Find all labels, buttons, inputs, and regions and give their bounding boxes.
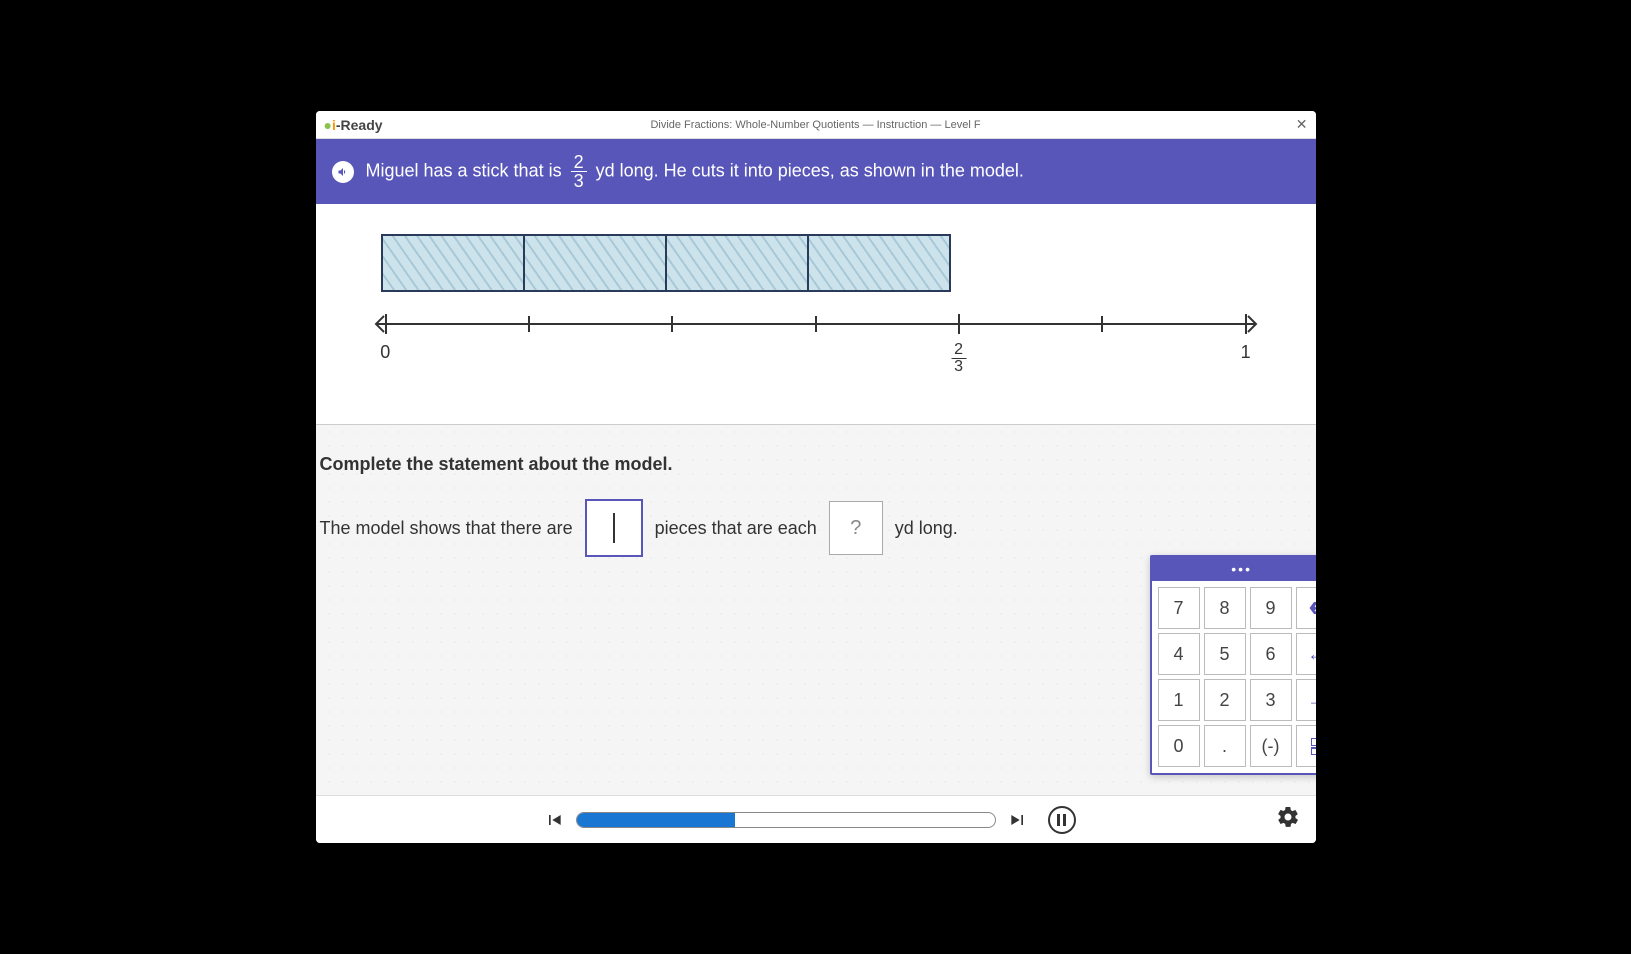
tick-label-1: 1 — [1241, 342, 1251, 363]
bar-piece — [809, 236, 949, 290]
number-line: 0 2 3 1 — [366, 304, 1266, 384]
progress-fill — [577, 813, 736, 827]
top-bar: ●i-Ready Divide Fractions: Whole-Number … — [316, 111, 1316, 139]
instruction-text: Complete the statement about the model. — [320, 454, 673, 475]
key-5[interactable]: 5 — [1204, 633, 1246, 675]
bar-model — [381, 234, 951, 292]
question-area: Complete the statement about the model. … — [316, 425, 1316, 795]
next-button[interactable] — [1008, 810, 1028, 830]
key-fraction[interactable] — [1296, 725, 1316, 767]
key-3[interactable]: 3 — [1250, 679, 1292, 721]
brand-logo: ●i-Ready — [324, 117, 383, 133]
key-backspace[interactable] — [1296, 587, 1316, 629]
bar-piece — [525, 236, 667, 290]
content-area: 0 2 3 1 — [316, 204, 1316, 424]
bar-piece — [667, 236, 809, 290]
progress-bar — [576, 812, 996, 828]
pause-button[interactable] — [1048, 806, 1076, 834]
keypad-grid: 7 8 9 4 5 6 ← 1 2 3 → 0 . (-) — [1152, 581, 1316, 773]
key-decimal[interactable]: . — [1204, 725, 1246, 767]
audio-icon[interactable] — [332, 161, 354, 183]
gear-icon[interactable] — [1276, 805, 1300, 834]
sentence-pre: The model shows that there are — [320, 518, 573, 539]
bar-piece — [383, 236, 525, 290]
key-0[interactable]: 0 — [1158, 725, 1200, 767]
key-right-arrow[interactable]: → — [1296, 679, 1316, 721]
key-4[interactable]: 4 — [1158, 633, 1200, 675]
prompt-fraction: 2 3 — [571, 153, 587, 190]
tick-label-0: 0 — [380, 342, 390, 363]
sentence-mid: pieces that are each — [655, 518, 817, 539]
text-cursor — [613, 513, 615, 543]
key-7[interactable]: 7 — [1158, 587, 1200, 629]
key-9[interactable]: 9 — [1250, 587, 1292, 629]
close-icon[interactable]: ✕ — [1296, 116, 1308, 133]
sentence-post: yd long. — [895, 518, 958, 539]
instruction-row: Complete the statement about the model. — [316, 453, 1316, 475]
key-1[interactable]: 1 — [1158, 679, 1200, 721]
tick-label-2-3: 2 3 — [947, 342, 970, 375]
answer-input-2[interactable]: ? — [829, 501, 883, 555]
key-2[interactable]: 2 — [1204, 679, 1246, 721]
key-left-arrow[interactable]: ← — [1296, 633, 1316, 675]
key-8[interactable]: 8 — [1204, 587, 1246, 629]
model-area: 0 2 3 1 — [366, 234, 1266, 384]
prompt-text: Miguel has a stick that is 2 3 yd long. … — [366, 153, 1024, 190]
prompt-pre: Miguel has a stick that is — [366, 160, 562, 180]
key-6[interactable]: 6 — [1250, 633, 1292, 675]
drag-handle-icon[interactable]: ••• — [1231, 561, 1252, 577]
footer-bar — [316, 795, 1316, 843]
answer-input-1[interactable] — [585, 499, 643, 557]
keypad: ••• ✕ 7 8 9 4 5 6 ← 1 2 3 → 0 . (-) — [1150, 555, 1316, 775]
keypad-header[interactable]: ••• ✕ — [1152, 557, 1316, 581]
app-frame: ●i-Ready Divide Fractions: Whole-Number … — [316, 111, 1316, 843]
lesson-title: Divide Fractions: Whole-Number Quotients… — [650, 119, 980, 131]
prev-button[interactable] — [544, 810, 564, 830]
prompt-post: yd long. He cuts it into pieces, as show… — [596, 160, 1024, 180]
sentence-row: The model shows that there are pieces th… — [316, 499, 1316, 557]
prompt-bar: Miguel has a stick that is 2 3 yd long. … — [316, 139, 1316, 204]
key-negative[interactable]: (-) — [1250, 725, 1292, 767]
